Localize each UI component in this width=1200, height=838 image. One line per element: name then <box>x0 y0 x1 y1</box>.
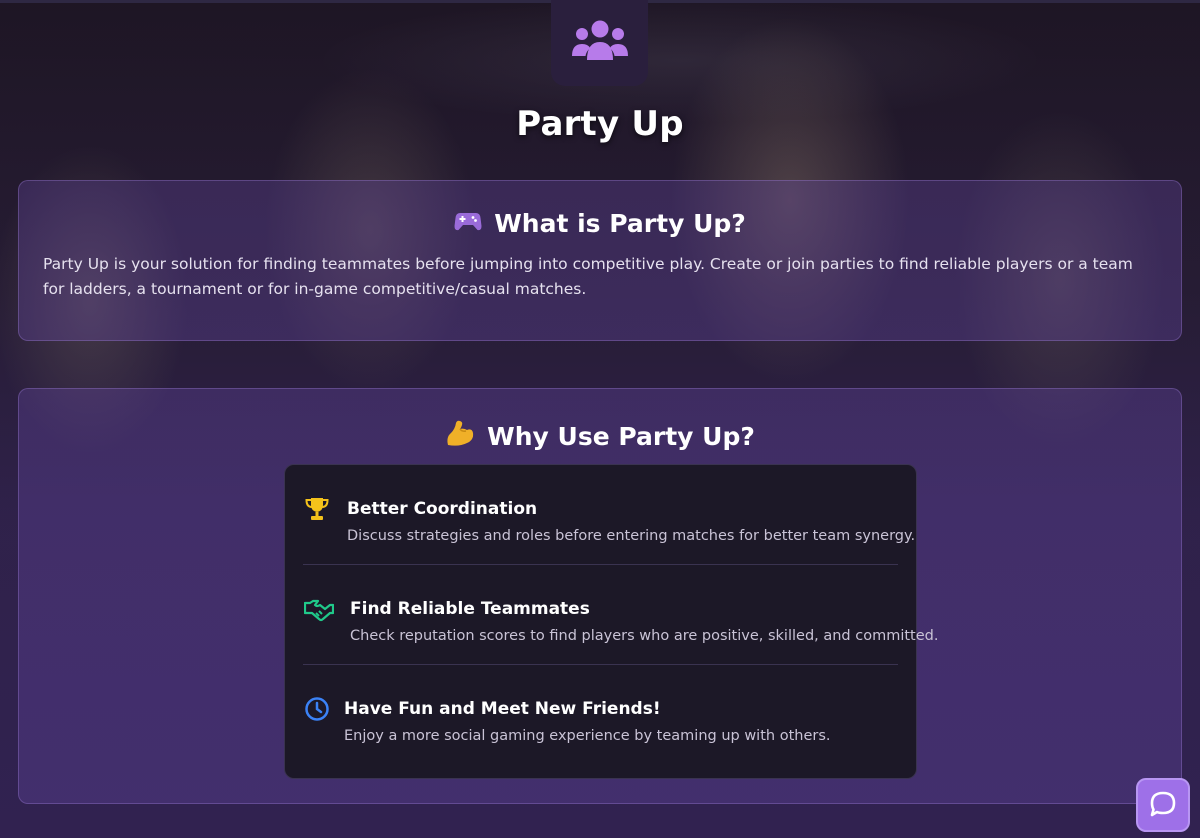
benefits-panel: Better Coordination Discuss strategies a… <box>284 464 938 779</box>
page-title: Party Up <box>516 104 684 144</box>
benefit-item: Have Fun and Meet New Friends! Enjoy a m… <box>303 665 898 765</box>
why-use-heading: Why Use Party Up? <box>19 419 1181 453</box>
users-group-icon <box>570 18 630 68</box>
chat-button[interactable] <box>1136 778 1190 832</box>
benefit-description: Check reputation scores to find players … <box>350 628 939 644</box>
clock-icon <box>304 696 330 722</box>
benefit-item: Better Coordination Discuss strategies a… <box>303 465 915 565</box>
benefit-title: Find Reliable Teammates <box>350 599 590 619</box>
benefit-description: Enjoy a more social gaming experience by… <box>344 728 831 744</box>
handshake-icon <box>303 596 335 622</box>
what-is-heading-text: What is Party Up? <box>494 209 746 238</box>
why-use-heading-text: Why Use Party Up? <box>487 421 755 451</box>
hero-icon-tile <box>551 0 648 86</box>
what-is-card: What is Party Up? Party Up is your solut… <box>18 180 1182 341</box>
why-use-card: Why Use Party Up? Better Coordination Di… <box>18 388 1182 804</box>
what-is-heading: What is Party Up? <box>19 209 1181 238</box>
benefit-title: Have Fun and Meet New Friends! <box>344 699 661 719</box>
benefit-description: Discuss strategies and roles before ente… <box>347 528 916 544</box>
trophy-icon <box>304 496 330 522</box>
benefit-item: Find Reliable Teammates Check reputation… <box>303 565 938 665</box>
chat-bubble-icon <box>1149 790 1177 821</box>
flexed-bicep-icon <box>445 419 475 453</box>
benefit-title: Better Coordination <box>347 499 538 519</box>
what-is-description: Party Up is your solution for finding te… <box>43 255 1133 298</box>
gamepad-icon <box>454 209 482 238</box>
